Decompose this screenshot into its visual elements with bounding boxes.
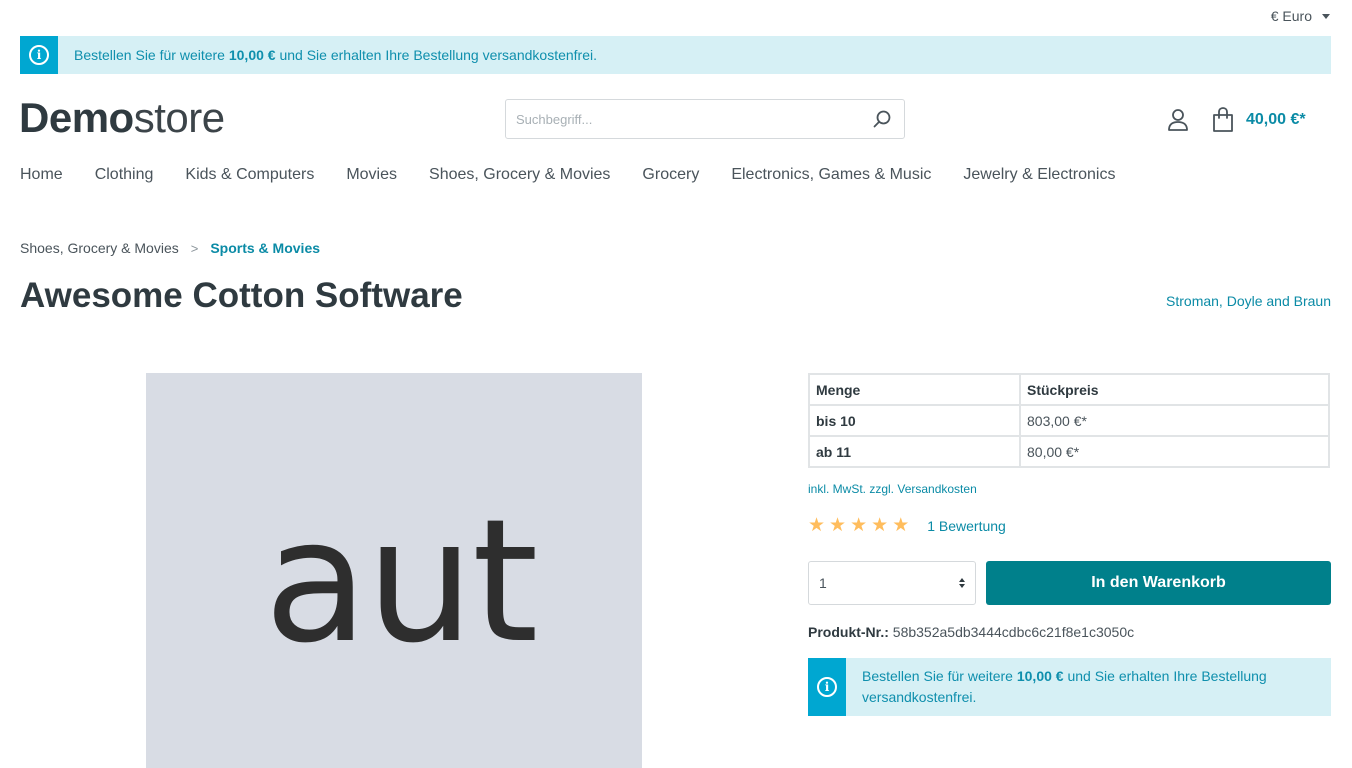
- info-icon: i: [29, 45, 49, 65]
- review-count-link[interactable]: 1 Bewertung: [927, 518, 1006, 534]
- alert-icon-box: i: [20, 36, 58, 74]
- alert-text: Bestellen Sie für weitere 10,00 € und Si…: [58, 36, 613, 74]
- search-bar: [505, 99, 905, 139]
- search-icon: [873, 110, 891, 128]
- nav-item-grocery[interactable]: Grocery: [642, 166, 699, 184]
- shopping-bag-icon: [1213, 107, 1233, 132]
- star-icon: ★: [892, 515, 910, 536]
- tax-shipping-link[interactable]: inkl. MwSt. zzgl. Versandkosten: [808, 482, 977, 496]
- table-header-quantity: Menge: [808, 373, 1021, 406]
- search-button[interactable]: [860, 100, 904, 138]
- breadcrumb: Shoes, Grocery & Movies > Sports & Movie…: [20, 240, 320, 256]
- product-title: Awesome Cotton Software: [20, 276, 463, 315]
- main-navigation: Home Clothing Kids & Computers Movies Sh…: [20, 166, 1115, 184]
- currency-label: € Euro: [1270, 8, 1312, 24]
- star-icon: ★: [829, 515, 847, 536]
- quantity-value: 1: [819, 575, 827, 591]
- alert-prefix: Bestellen Sie für weitere: [862, 668, 1017, 684]
- store-logo[interactable]: Demostore: [19, 94, 225, 142]
- nav-item-clothing[interactable]: Clothing: [95, 166, 154, 184]
- caret-down-icon: [1322, 13, 1330, 19]
- star-icon: ★: [850, 515, 868, 536]
- nav-item-home[interactable]: Home: [20, 166, 63, 184]
- block-price-table: Menge Stückpreis bis 10 803,00 €* ab 11 …: [808, 373, 1330, 468]
- table-cell-quantity: ab 11: [808, 435, 1021, 468]
- table-cell-quantity: bis 10: [808, 404, 1021, 437]
- alert-amount: 10,00 €: [228, 46, 276, 63]
- cart-total: 40,00 €*: [1246, 111, 1306, 128]
- manufacturer-link[interactable]: Stroman, Doyle and Braun: [1166, 293, 1331, 309]
- shipping-info-alert-buybox: i Bestellen Sie für weitere 10,00 € und …: [808, 658, 1331, 716]
- select-arrows-icon: [959, 578, 965, 588]
- star-icon: ★: [808, 515, 826, 536]
- product-image-text: aut: [264, 483, 539, 681]
- alert-icon-box: i: [808, 658, 846, 716]
- table-row: bis 10 803,00 €*: [808, 404, 1330, 437]
- nav-item-jewelry-electronics[interactable]: Jewelry & Electronics: [963, 166, 1115, 184]
- table-header-unit-price: Stückpreis: [1019, 373, 1330, 406]
- alert-suffix: und Sie erhalten Ihre Bestellung versand…: [275, 46, 597, 63]
- alert-text: Bestellen Sie für weitere 10,00 € und Si…: [846, 658, 1331, 716]
- nav-item-kids-computers[interactable]: Kids & Computers: [185, 166, 314, 184]
- nav-item-shoes-grocery-movies[interactable]: Shoes, Grocery & Movies: [429, 166, 610, 184]
- star-icon: ★: [871, 515, 889, 536]
- info-icon: i: [817, 677, 837, 697]
- breadcrumb-current[interactable]: Sports & Movies: [210, 240, 320, 256]
- table-header-row: Menge Stückpreis: [808, 373, 1330, 406]
- shipping-info-alert: i Bestellen Sie für weitere 10,00 € und …: [20, 36, 1331, 74]
- search-input[interactable]: [506, 100, 860, 138]
- alert-amount: 10,00 €: [1016, 668, 1064, 684]
- table-row: ab 11 80,00 €*: [808, 435, 1330, 468]
- currency-switcher[interactable]: € Euro: [1271, 8, 1330, 24]
- product-rating: ★ ★ ★ ★ ★ 1 Bewertung: [808, 516, 1006, 536]
- account-button[interactable]: [1164, 104, 1192, 136]
- alert-prefix: Bestellen Sie für weitere: [74, 46, 229, 63]
- quantity-select[interactable]: 1: [808, 561, 976, 605]
- product-number-label: Produkt-Nr.:: [808, 624, 889, 640]
- product-number: Produkt-Nr.: 58b352a5db3444cdbc6c21f8e1c…: [808, 624, 1134, 640]
- logo-bold: Demo: [19, 94, 134, 141]
- nav-item-movies[interactable]: Movies: [346, 166, 397, 184]
- add-to-cart-button[interactable]: In den Warenkorb: [986, 561, 1331, 605]
- breadcrumb-separator-icon: >: [190, 240, 199, 256]
- table-cell-price: 80,00 €*: [1019, 435, 1330, 468]
- nav-item-electronics-games-music[interactable]: Electronics, Games & Music: [731, 166, 931, 184]
- logo-light: store: [133, 94, 225, 141]
- breadcrumb-parent[interactable]: Shoes, Grocery & Movies: [20, 240, 179, 256]
- user-icon: [1168, 109, 1188, 131]
- product-image[interactable]: aut: [146, 373, 642, 768]
- product-number-value: 58b352a5db3444cdbc6c21f8e1c3050c: [892, 624, 1135, 640]
- table-cell-price: 803,00 €*: [1019, 404, 1330, 437]
- cart-button[interactable]: 40,00 €*: [1210, 102, 1306, 138]
